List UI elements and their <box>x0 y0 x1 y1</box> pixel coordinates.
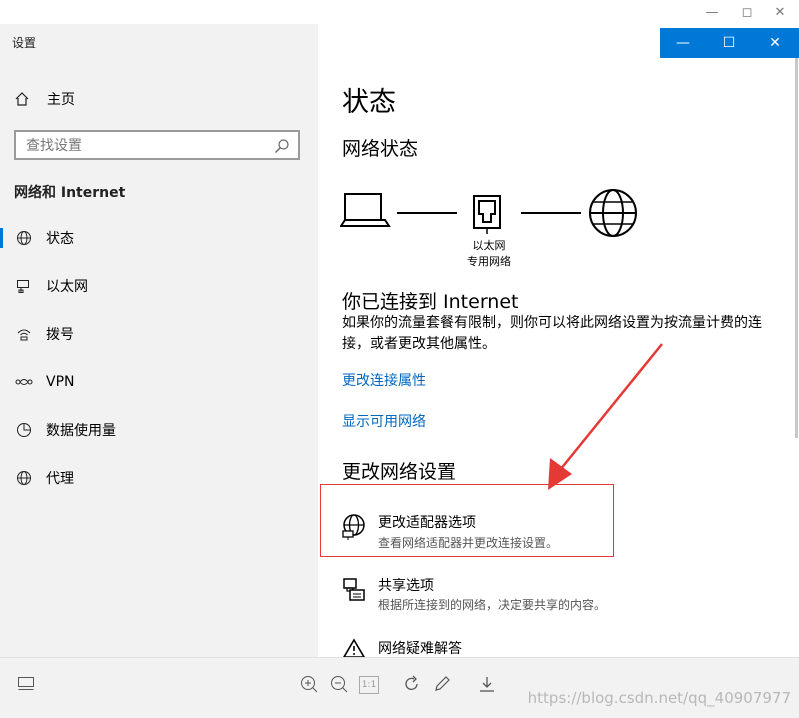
sidebar-item-label: 数据使用量 <box>46 423 116 439</box>
data-usage-icon <box>14 422 34 438</box>
watermark-text: https://blog.csdn.net/qq_40907977 <box>527 689 791 707</box>
adapter-icon <box>342 514 366 544</box>
vpn-icon <box>14 374 34 390</box>
maximize-button[interactable]: ☐ <box>706 28 752 58</box>
proxy-globe-icon <box>14 470 34 486</box>
network-diagram <box>340 189 637 237</box>
diagram-label-line1: 以太网 <box>472 239 506 252</box>
internet-globe-icon <box>589 189 637 237</box>
change-network-settings-title: 更改网络设置 <box>342 461 457 483</box>
page-title: 状态 <box>342 87 396 118</box>
change-connection-properties-link[interactable]: 更改连接属性 <box>342 370 426 390</box>
minimize-button[interactable]: — <box>660 28 706 58</box>
connected-title: 你已连接到 Internet <box>342 291 519 313</box>
viewer-maximize-icon[interactable]: ◻ <box>737 4 757 22</box>
sidebar-item-home[interactable]: 主页 <box>14 88 75 110</box>
sidebar-item-dialup[interactable]: 拨号 <box>0 320 318 348</box>
sidebar-item-data-usage[interactable]: 数据使用量 <box>0 416 318 444</box>
sidebar-item-status[interactable]: 状态 <box>0 224 318 252</box>
sharing-icon <box>342 576 368 606</box>
search-placeholder: 查找设置 <box>26 138 82 154</box>
close-button[interactable]: ✕ <box>752 28 798 58</box>
thumbnail-icon[interactable] <box>16 674 36 694</box>
actual-size-icon[interactable]: 1:1 <box>359 676 379 694</box>
sidebar-item-label: VPN <box>46 374 75 390</box>
window-controls: — ☐ ✕ <box>660 28 799 58</box>
laptop-icon <box>340 193 391 227</box>
sidebar-item-label: 以太网 <box>46 279 88 295</box>
viewer-minimize-icon[interactable]: — <box>702 4 722 22</box>
show-available-networks-link[interactable]: 显示可用网络 <box>342 411 426 431</box>
sidebar-item-proxy[interactable]: 代理 <box>0 464 318 492</box>
search-icon[interactable] <box>274 138 290 158</box>
edit-icon[interactable] <box>432 674 452 694</box>
option-title-sharing[interactable]: 共享选项 <box>378 575 434 595</box>
scrollbar[interactable] <box>795 58 798 438</box>
ethernet-icon <box>14 278 34 294</box>
globe-icon <box>14 230 34 246</box>
option-title-adapter[interactable]: 更改适配器选项 <box>378 512 476 532</box>
red-arrow-annotation <box>548 343 663 490</box>
rotate-icon[interactable] <box>402 674 422 694</box>
app-title: 设置 <box>12 36 37 50</box>
diagram-label-line2: 专用网络 <box>467 255 511 268</box>
zoom-in-icon[interactable] <box>299 674 319 694</box>
sidebar-item-label: 状态 <box>46 231 74 247</box>
option-desc-adapter: 查看网络适配器并更改连接设置。 <box>378 536 559 550</box>
sidebar-item-label: 代理 <box>46 471 74 487</box>
search-input[interactable]: 查找设置 <box>14 130 300 160</box>
sidebar-item-label: 拨号 <box>46 327 74 343</box>
sidebar-item-ethernet[interactable]: 以太网 <box>0 272 318 300</box>
dialup-icon <box>14 326 34 342</box>
download-icon[interactable] <box>477 674 497 694</box>
viewer-toolbar: 1:1 https://blog.csdn.net/qq_40907977 <box>0 657 799 718</box>
zoom-out-icon[interactable] <box>329 674 349 694</box>
option-title-troubleshoot[interactable]: 网络疑难解答 <box>378 638 462 658</box>
sidebar-section-title: 网络和 Internet <box>14 185 126 201</box>
viewer-close-icon[interactable]: ✕ <box>770 4 790 22</box>
ethernet-port-icon <box>473 195 501 234</box>
diagram-label: 以太网 专用网络 <box>459 238 519 270</box>
network-status-title: 网络状态 <box>342 138 419 160</box>
sidebar-item-vpn[interactable]: VPN <box>0 368 318 396</box>
option-desc-sharing: 根据所连接到的网络，决定要共享的内容。 <box>378 598 607 612</box>
sidebar-item-label: 主页 <box>47 92 75 108</box>
home-icon <box>14 91 34 107</box>
